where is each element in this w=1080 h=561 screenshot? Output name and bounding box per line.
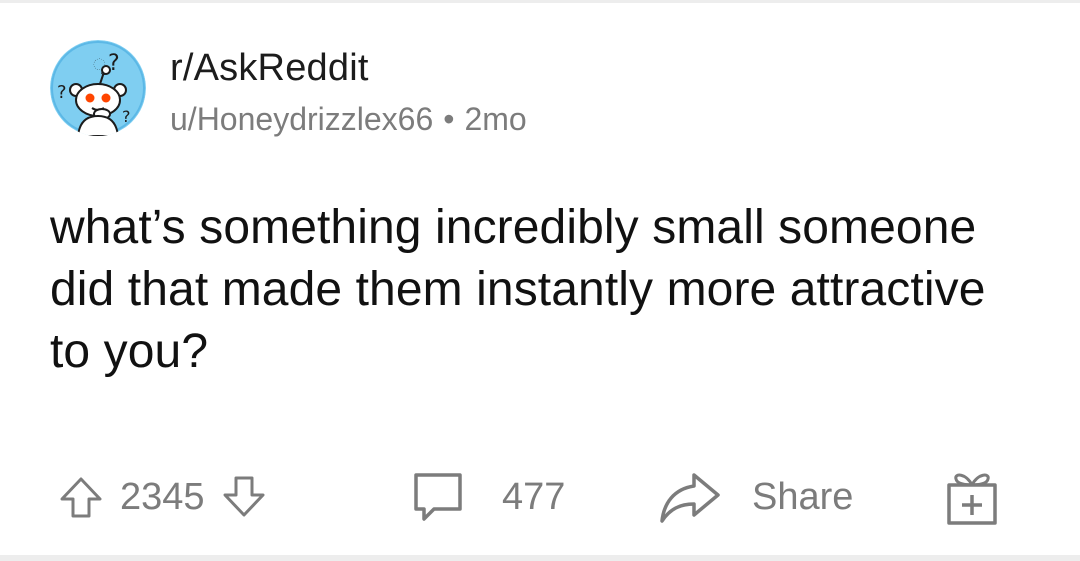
byline-separator: • [443, 101, 455, 137]
share-arrow-icon [658, 469, 722, 525]
post-age: 2mo [464, 101, 527, 137]
bottom-divider [0, 555, 1080, 561]
svg-text:?: ? [122, 107, 131, 126]
award-button[interactable] [944, 462, 1000, 532]
arrow-up-outline-icon[interactable] [56, 472, 106, 522]
post-byline: u/Honeydrizzlex66 • 2mo [170, 100, 527, 138]
share-label: Share [752, 475, 854, 518]
comments-button[interactable]: 477 [410, 462, 565, 532]
post-card[interactable]: ? ? ? ୣ r/AskReddit u/Honeydrizzlex66 • … [0, 0, 1080, 555]
speech-bubble-icon [410, 469, 466, 525]
gift-box-plus-icon [944, 467, 1000, 527]
comment-count: 477 [502, 475, 566, 518]
post-title[interactable]: what’s something incredibly small someon… [50, 197, 1010, 383]
post-meta: r/AskReddit u/Honeydrizzlex66 • 2mo [170, 40, 527, 138]
subreddit-avatar-icon[interactable]: ? ? ? ୣ [50, 40, 146, 136]
author-name[interactable]: u/Honeydrizzlex66 [170, 100, 433, 138]
vote-count: 2345 [120, 475, 205, 518]
subreddit-name[interactable]: r/AskReddit [170, 46, 527, 90]
share-button[interactable]: Share [658, 462, 853, 532]
post-header: ? ? ? ୣ r/AskReddit u/Honeydrizzlex66 • … [50, 40, 527, 140]
arrow-down-outline-icon[interactable] [219, 472, 269, 522]
svg-text:?: ? [57, 82, 67, 103]
post-actions-bar: 2345 477 Share [50, 462, 1010, 532]
vote-group: 2345 [56, 462, 269, 532]
